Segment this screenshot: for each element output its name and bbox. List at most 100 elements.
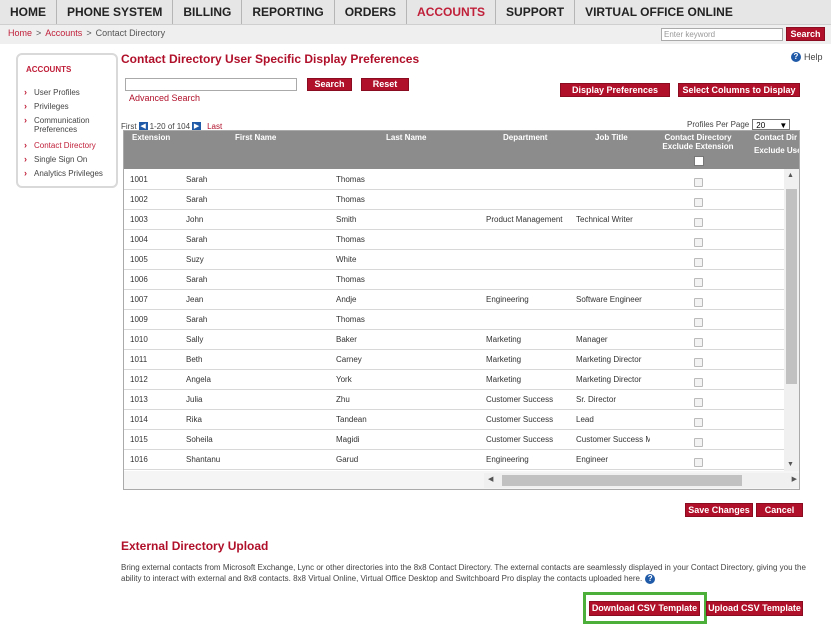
scroll-up-icon[interactable]: ▲ xyxy=(787,172,794,179)
sidebar-item-communication-preferences[interactable]: › Communication Preferences xyxy=(24,116,116,136)
exclude-extension-checkbox[interactable] xyxy=(694,338,703,347)
cell-last-name: York xyxy=(336,375,352,384)
sidebar-item-user-profiles[interactable]: › User Profiles xyxy=(24,88,116,98)
column-header-extension[interactable]: Extension xyxy=(132,133,170,142)
exclude-extension-checkbox[interactable] xyxy=(694,398,703,407)
sidebar-item-label: Analytics Privileges xyxy=(34,169,103,178)
cell-first-name: Sarah xyxy=(186,275,208,284)
cell-first-name: Sarah xyxy=(186,195,208,204)
exclude-extension-checkbox[interactable] xyxy=(694,218,703,227)
column-header-exclude-user[interactable]: Contact Dir Exclude User P xyxy=(754,133,799,155)
table-row: 1016 Shantanu Garud Engineering Engineer xyxy=(124,450,784,470)
column-header-department[interactable]: Department xyxy=(503,133,547,142)
exclude-extension-checkbox[interactable] xyxy=(694,378,703,387)
column-header-line: Contact Dir xyxy=(754,133,798,142)
cell-first-name: John xyxy=(186,215,204,224)
exclude-extension-header-checkbox[interactable] xyxy=(694,156,704,166)
exclude-extension-checkbox[interactable] xyxy=(694,298,703,307)
contacts-table: Extension First Name Last Name Departmen… xyxy=(123,130,800,490)
profiles-per-page: Profiles Per Page 20 ▼ xyxy=(687,119,791,130)
help-label: Help xyxy=(804,52,823,62)
sidebar-item-contact-directory[interactable]: › Contact Directory xyxy=(24,141,116,151)
cell-first-name: Julia xyxy=(186,395,203,404)
table-row: 1009 Sarah Thomas xyxy=(124,310,784,330)
cell-job-title: Manager xyxy=(576,335,608,344)
upload-csv-template-button[interactable]: Upload CSV Template xyxy=(706,601,803,616)
column-header-last-name[interactable]: Last Name xyxy=(386,133,426,142)
nav-reporting[interactable]: REPORTING xyxy=(242,0,335,24)
exclude-extension-checkbox[interactable] xyxy=(694,178,703,187)
sidebar-item-label: Contact Directory xyxy=(34,141,96,150)
exclude-extension-checkbox[interactable] xyxy=(694,318,703,327)
profiles-per-page-select[interactable]: 20 ▼ xyxy=(752,119,791,130)
cell-job-title: Marketing Director xyxy=(576,375,642,384)
reset-button[interactable]: Reset xyxy=(361,78,409,91)
cell-last-name: Thomas xyxy=(336,275,365,284)
cell-department: Product Management xyxy=(486,215,563,224)
advanced-search-link[interactable]: Advanced Search xyxy=(129,93,200,103)
table-row: 1002 Sarah Thomas xyxy=(124,190,784,210)
column-header-job-title[interactable]: Job Title xyxy=(595,133,628,142)
nav-accounts[interactable]: ACCOUNTS xyxy=(407,0,497,24)
column-header-line: Contact Directory xyxy=(664,133,732,142)
help-icon: ? xyxy=(791,52,801,62)
nav-phone-system[interactable]: PHONE SYSTEM xyxy=(57,0,174,24)
scrollbar-thumb[interactable] xyxy=(786,189,797,384)
chevron-right-icon: › xyxy=(24,140,27,150)
keyword-input[interactable] xyxy=(661,28,783,41)
download-csv-template-button[interactable]: Download CSV Template xyxy=(589,601,700,616)
upload-description-text: Bring external contacts from Microsoft E… xyxy=(121,563,806,583)
breadcrumb-home[interactable]: Home xyxy=(8,28,32,38)
nav-support[interactable]: SUPPORT xyxy=(496,0,576,24)
cancel-button[interactable]: Cancel xyxy=(756,503,803,517)
cell-job-title: Engineer xyxy=(576,455,609,464)
nav-home[interactable]: HOME xyxy=(0,0,57,24)
breadcrumb-current: Contact Directory xyxy=(95,28,166,38)
keyword-search-button[interactable]: Search xyxy=(786,27,825,41)
sub-bar: Home>Accounts>Contact Directory Search xyxy=(0,25,831,44)
table-row: 1011 Beth Carney Marketing Marketing Directo… xyxy=(124,350,784,370)
sidebar-title: ACCOUNTS xyxy=(26,65,72,74)
exclude-extension-checkbox[interactable] xyxy=(694,458,703,467)
exclude-extension-checkbox[interactable] xyxy=(694,438,703,447)
exclude-extension-checkbox[interactable] xyxy=(694,198,703,207)
search-button[interactable]: Search xyxy=(307,78,352,91)
nav-billing[interactable]: BILLING xyxy=(173,0,243,24)
select-columns-button[interactable]: Select Columns to Display xyxy=(678,83,800,97)
scrollbar-thumb[interactable] xyxy=(502,475,742,486)
cell-last-name: Smith xyxy=(336,215,357,224)
cell-first-name: Beth xyxy=(186,355,203,364)
exclude-extension-checkbox[interactable] xyxy=(694,278,703,287)
vertical-scrollbar[interactable]: ▲ ▼ xyxy=(784,169,799,471)
sidebar-item-label: Communication Preferences xyxy=(34,116,90,134)
table-row: 1014 Rika Tandean Customer Success Lead xyxy=(124,410,784,430)
chevron-right-icon: › xyxy=(24,101,27,111)
scroll-down-icon[interactable]: ▼ xyxy=(787,461,794,468)
help-icon[interactable]: ? xyxy=(645,573,656,584)
cell-last-name: White xyxy=(336,255,357,264)
column-header-first-name[interactable]: First Name xyxy=(235,133,276,142)
table-row: 1005 Suzy White xyxy=(124,250,784,270)
exclude-extension-checkbox[interactable] xyxy=(694,358,703,367)
column-header-exclude-extension[interactable]: Contact Directory Exclude Extension xyxy=(656,133,740,151)
cell-department: Marketing xyxy=(486,375,522,384)
cell-department: Customer Success xyxy=(486,435,554,444)
help-link[interactable]: ? Help xyxy=(791,52,823,62)
cell-department: Marketing xyxy=(486,355,522,364)
horizontal-scrollbar[interactable]: ◀ ▶ xyxy=(484,473,799,488)
breadcrumb-accounts[interactable]: Accounts xyxy=(45,28,82,38)
sidebar-item-single-sign-on[interactable]: › Single Sign On xyxy=(24,155,116,165)
save-changes-button[interactable]: Save Changes xyxy=(685,503,753,517)
nav-orders[interactable]: ORDERS xyxy=(335,0,408,24)
cell-last-name: Carney xyxy=(336,355,362,364)
scroll-left-icon[interactable]: ◀ xyxy=(488,475,493,483)
sidebar-item-privileges[interactable]: › Privileges xyxy=(24,102,116,112)
display-preferences-button[interactable]: Display Preferences xyxy=(560,83,670,97)
nav-virtual-office-online[interactable]: VIRTUAL OFFICE ONLINE xyxy=(575,0,743,24)
exclude-extension-checkbox[interactable] xyxy=(694,258,703,267)
scroll-right-icon[interactable]: ▶ xyxy=(792,475,797,483)
search-input[interactable] xyxy=(125,78,297,91)
exclude-extension-checkbox[interactable] xyxy=(694,418,703,427)
sidebar-item-analytics-privileges[interactable]: › Analytics Privileges xyxy=(24,169,116,179)
exclude-extension-checkbox[interactable] xyxy=(694,238,703,247)
